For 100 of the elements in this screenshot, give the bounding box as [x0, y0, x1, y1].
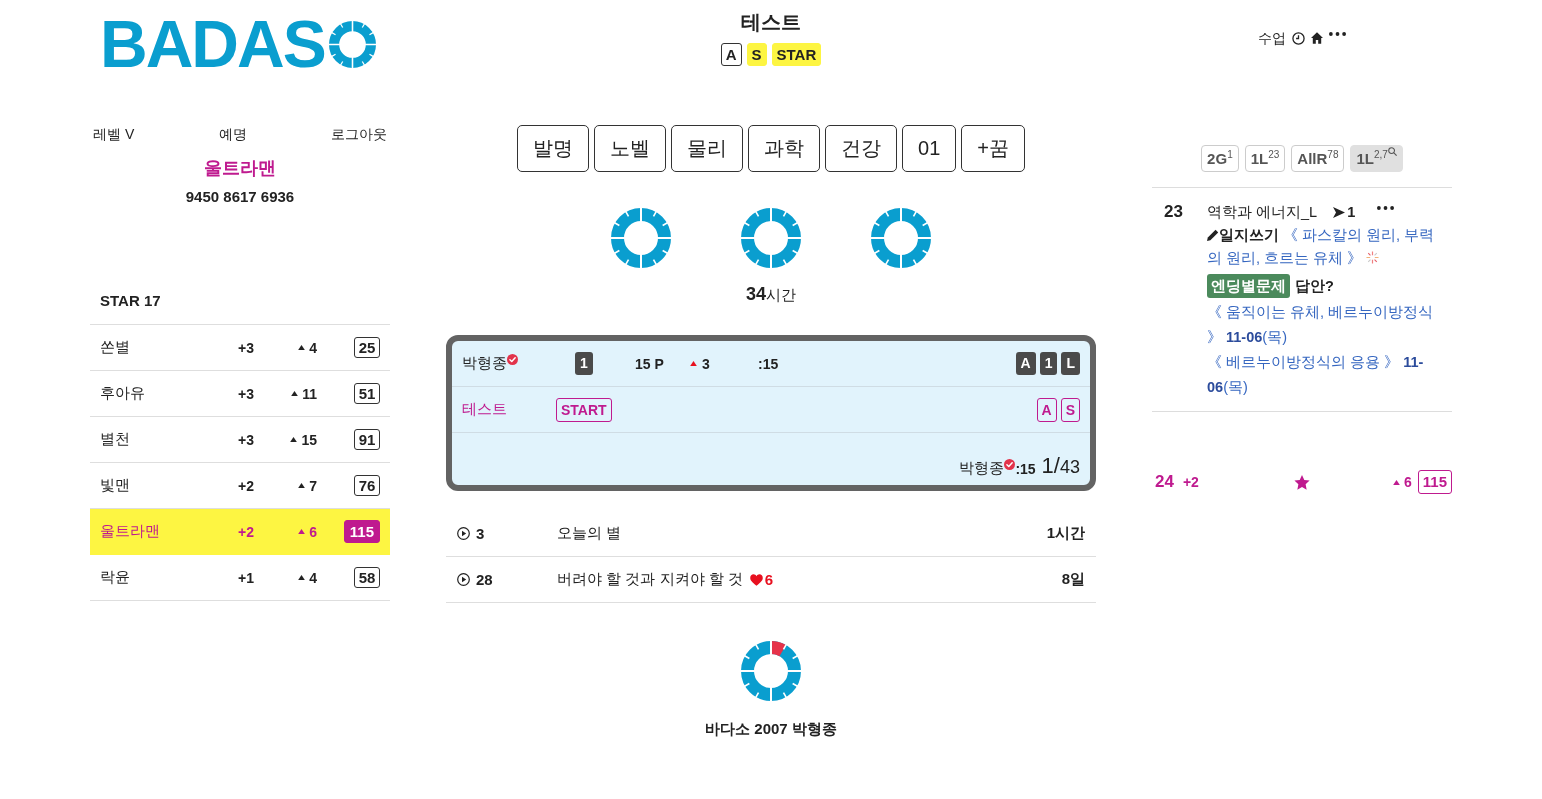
grade-badge: L — [1061, 352, 1080, 375]
view-count: 28 — [476, 571, 493, 588]
check-icon — [1004, 459, 1016, 470]
title-badge: S — [746, 43, 767, 66]
category-button[interactable]: 건강 — [825, 125, 898, 172]
ranking-name: 후아유 — [100, 384, 145, 403]
search-icon — [1387, 147, 1397, 156]
category-button[interactable]: 물리 — [671, 125, 744, 172]
quiz-badge[interactable]: 엔딩별문제 — [1207, 274, 1290, 298]
total-hours: 34시간 — [746, 283, 796, 306]
profile-link[interactable]: 레벨 V — [93, 125, 135, 143]
rise-count: 4 — [309, 569, 317, 586]
title-badge: A — [720, 43, 742, 66]
duration: 8일 — [1061, 570, 1085, 589]
up-triangle-icon — [298, 345, 306, 350]
ranking-row[interactable]: 락윤 +1 4 58 — [90, 555, 390, 601]
category-button[interactable]: 노벨 — [594, 125, 667, 172]
ranking-name: 락윤 — [100, 568, 130, 587]
ranking-row[interactable]: 쏜별 +3 4 25 — [90, 325, 390, 371]
check-icon — [507, 354, 518, 365]
start-badge[interactable]: START — [556, 397, 612, 422]
ring-icon — [871, 208, 931, 268]
lesson-title[interactable]: 역학과 에너지_L — [1207, 200, 1318, 224]
sparkle-icon — [1366, 251, 1380, 264]
ranking-title: STAR 17 — [100, 291, 161, 311]
ranking-row[interactable]: 별천 +3 15 91 — [90, 417, 390, 463]
score-badge: 58 — [354, 567, 380, 588]
up-triangle-icon — [290, 437, 298, 442]
category-button[interactable]: 01 — [902, 125, 957, 172]
filter-tab[interactable]: 2G$^{1}$ — [1201, 145, 1239, 172]
filter-tab[interactable]: 1L$^{23}$ — [1244, 145, 1286, 172]
title-badge: STAR — [771, 43, 822, 66]
up-triangle-icon — [291, 391, 299, 396]
player-name: 박형종 — [959, 459, 1005, 478]
category-button[interactable]: 발명 — [517, 125, 590, 172]
ranking-row[interactable]: 후아유 +3 11 51 — [90, 371, 390, 417]
score-badge: 25 — [354, 337, 380, 358]
profile-link[interactable]: 로그아웃 — [331, 125, 387, 143]
heart-icon — [749, 573, 763, 586]
nickname: 울트라맨 — [204, 157, 276, 179]
star-icon — [1294, 474, 1310, 490]
player-name: 박형종 — [462, 354, 507, 373]
duration: 1시간 — [1046, 524, 1085, 543]
up-triangle-icon — [690, 361, 697, 366]
score-badge: 91 — [354, 429, 380, 450]
ranking-name: 빛맨 — [100, 476, 130, 495]
filter-tab[interactable]: 1L$^{2,7}$ — [1350, 145, 1403, 172]
grade-badge: 1 — [1039, 352, 1058, 375]
like-count: 6 — [764, 571, 774, 588]
logo-text: BADAS — [100, 18, 325, 70]
footer-text: 바다소 2007 박형종 — [705, 719, 837, 739]
pencil-icon — [1207, 229, 1219, 241]
ranking-row[interactable]: 울트라맨 +2 6 115 — [90, 509, 390, 555]
page-title: 테스트 — [741, 10, 801, 34]
play-circle-icon — [457, 573, 470, 586]
plus-count: +2 — [238, 477, 254, 494]
grade-badge: A — [1015, 352, 1036, 375]
lesson-number: 23 — [1164, 201, 1183, 223]
plus-count: +3 — [238, 431, 254, 448]
view-count: 3 — [476, 525, 485, 542]
play-circle-icon — [457, 527, 470, 540]
score-badge: 51 — [354, 383, 380, 404]
arrow-icon — [1333, 206, 1346, 218]
plus-count: +3 — [238, 385, 254, 402]
category-button[interactable]: +꿈 — [961, 125, 1025, 172]
rise-count: 3 — [702, 355, 710, 372]
member-code: 9450 8617 6936 — [185, 187, 295, 207]
ring-icon — [611, 208, 671, 268]
time: :15 — [1015, 461, 1036, 477]
time: :15 — [758, 355, 779, 372]
up-triangle-icon — [298, 529, 306, 534]
score-badge: 115 — [1417, 470, 1452, 494]
topic-link[interactable]: 《 베르누이방정식의 응용 》 11-06(목) — [1207, 350, 1438, 400]
test-name[interactable]: 테스트 — [462, 400, 556, 419]
more-icon[interactable] — [1329, 32, 1346, 36]
plus-count: +2 — [238, 523, 254, 540]
category-button[interactable]: 과학 — [748, 125, 821, 172]
video-title[interactable]: 오늘의 별 — [557, 524, 622, 543]
attempt-count: 1 — [1347, 203, 1356, 222]
rise-count: 6 — [1404, 474, 1412, 490]
rise-count: 7 — [309, 477, 317, 494]
topic-link[interactable]: 《 움직이는 유체, 베르누이방정식 》 11-06(목) — [1207, 300, 1438, 350]
more-icon[interactable] — [1377, 206, 1395, 210]
profile-link[interactable]: 예명 — [218, 125, 247, 143]
ranking-name: 별천 — [100, 430, 130, 449]
video-title[interactable]: 버려야 할 것과 지켜야 할 것 — [557, 570, 743, 589]
plus-count: +2 — [1182, 474, 1199, 490]
filter-tab[interactable]: AllR$^{78}$ — [1291, 145, 1345, 172]
plus-count: +1 — [238, 569, 254, 586]
ring-icon — [328, 20, 376, 68]
plus-count: +3 — [238, 339, 254, 356]
home-icon[interactable] — [1311, 32, 1323, 44]
rank-badge: 1 — [575, 352, 593, 375]
rise-count: 4 — [309, 339, 317, 356]
up-triangle-icon — [298, 483, 306, 488]
clock-icon[interactable] — [1292, 31, 1305, 45]
menu-label[interactable]: 수업 — [1258, 28, 1286, 48]
up-triangle-icon — [1393, 479, 1400, 485]
score-badge: 76 — [354, 475, 380, 496]
journal-link[interactable]: 일지쓰기 《 파스칼의 원리, 부력의 원리, 흐르는 유체 》 — [1207, 224, 1438, 270]
